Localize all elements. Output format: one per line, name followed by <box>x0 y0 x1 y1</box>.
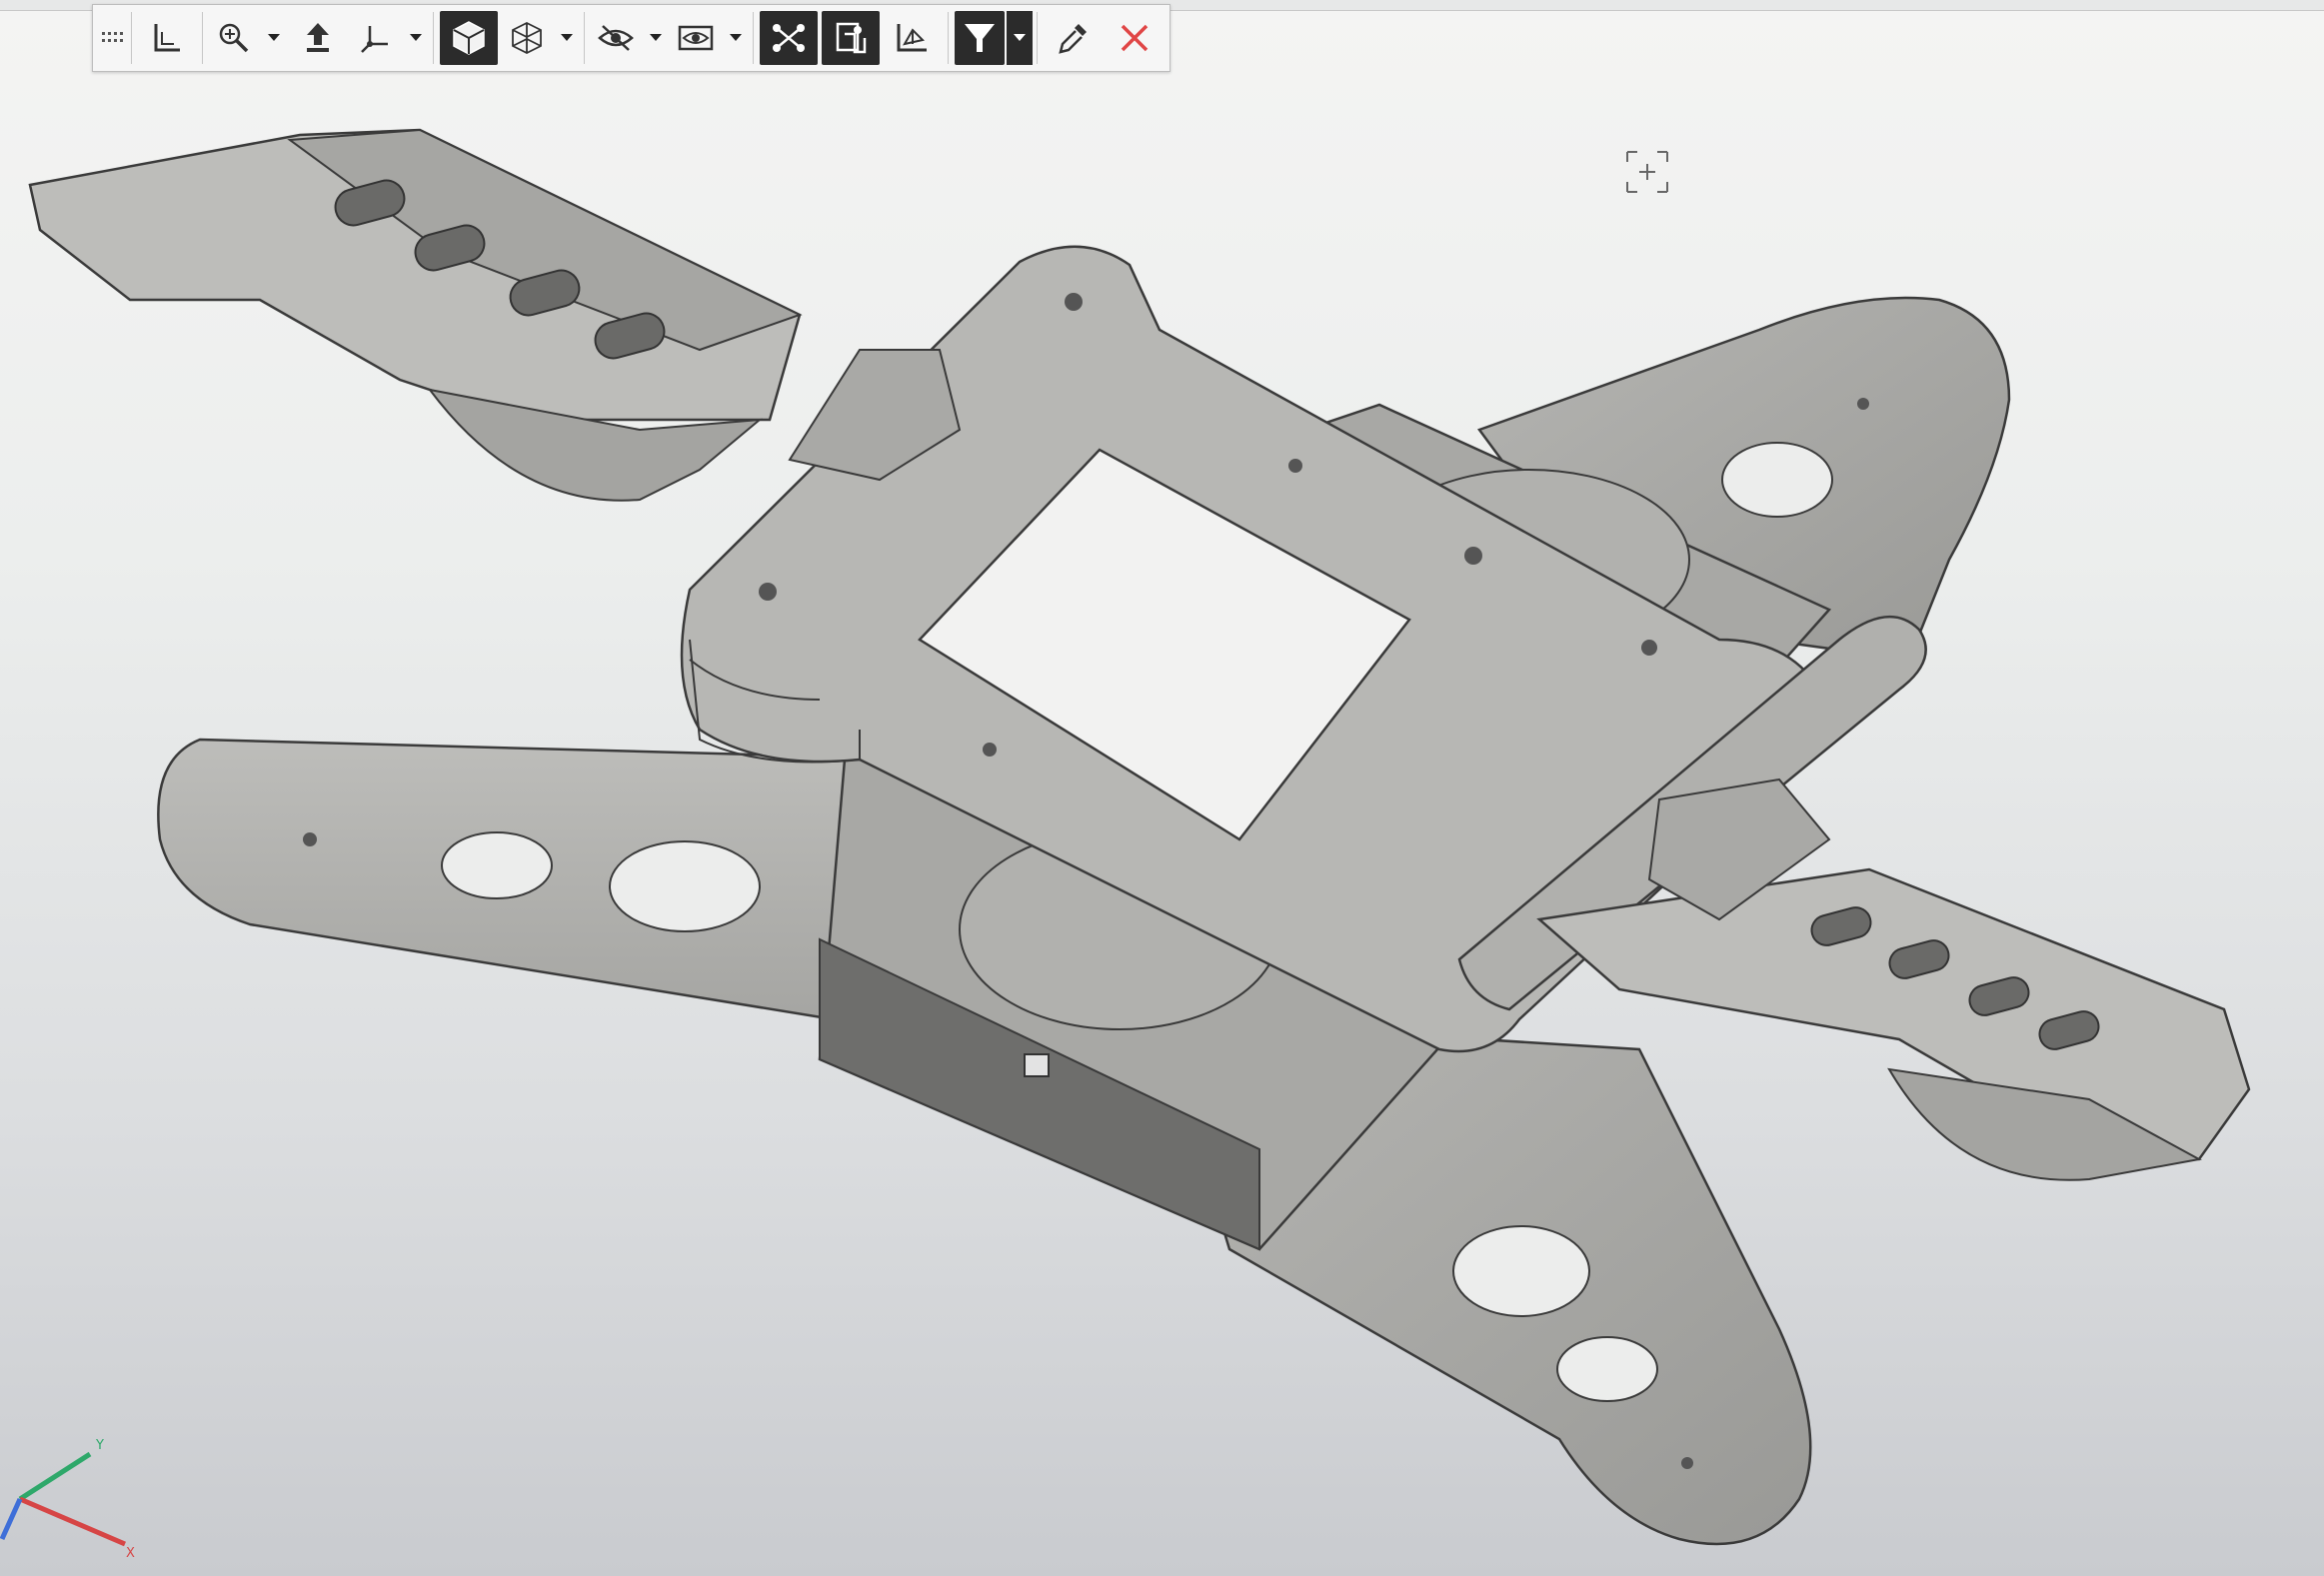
section-view-icon <box>893 18 933 58</box>
sketch-plane-icon <box>150 20 184 56</box>
mate-display-button[interactable] <box>760 11 818 65</box>
chevron-down-icon <box>649 33 663 43</box>
component-display-icon <box>831 18 871 58</box>
chevron-down-icon <box>409 33 423 43</box>
zoom-to-area-button[interactable] <box>209 11 259 65</box>
shaded-display-icon <box>449 18 489 58</box>
heads-up-view-toolbar <box>92 4 1170 72</box>
toolbar-separator <box>1037 12 1038 64</box>
sketch-plane-button[interactable] <box>138 11 196 65</box>
selection-filter-dropdown-arrow[interactable] <box>1007 11 1033 65</box>
close-icon <box>1117 20 1153 56</box>
svg-text:Y: Y <box>95 1438 104 1453</box>
toolbar-separator <box>584 12 585 64</box>
zoom-dropdown-arrow[interactable] <box>261 11 287 65</box>
wireframe-display-button[interactable] <box>502 11 552 65</box>
coordinate-triad-icon: Y X <box>0 1438 135 1561</box>
close-button[interactable] <box>1106 11 1163 65</box>
view-orientation-button[interactable] <box>351 11 401 65</box>
chevron-down-icon <box>1013 33 1027 43</box>
shaded-display-button[interactable] <box>440 11 498 65</box>
component-display-button[interactable] <box>822 11 880 65</box>
hide-show-dropdown-arrow[interactable] <box>643 11 669 65</box>
appearance-dropper-button[interactable] <box>1044 11 1102 65</box>
toolbar-separator <box>433 12 434 64</box>
hide-show-button[interactable] <box>591 11 641 65</box>
wireframe-display-icon <box>508 19 546 57</box>
mate-display-icon <box>769 18 809 58</box>
visibility-icon <box>676 20 716 56</box>
zoom-to-area-icon <box>216 20 252 56</box>
grip-icon[interactable] <box>97 12 127 64</box>
move-up-button[interactable] <box>289 11 347 65</box>
chevron-down-icon <box>560 33 574 43</box>
appearance-dropper-icon <box>1055 20 1091 56</box>
chevron-down-icon <box>729 33 743 43</box>
selection-filter-button[interactable] <box>955 11 1005 65</box>
svg-text:X: X <box>126 1546 135 1561</box>
graphics-viewport[interactable] <box>0 0 2324 1576</box>
view-orientation-dropdown-arrow[interactable] <box>403 11 429 65</box>
move-up-icon <box>300 20 336 56</box>
toolbar-separator <box>948 12 949 64</box>
section-view-button[interactable] <box>884 11 942 65</box>
zoom-box-cursor-icon <box>1626 151 1668 193</box>
toolbar-separator <box>131 12 132 64</box>
toolbar-separator <box>202 12 203 64</box>
visibility-dropdown-arrow[interactable] <box>723 11 749 65</box>
wireframe-dropdown-arrow[interactable] <box>554 11 580 65</box>
toolbar-separator <box>753 12 754 64</box>
chevron-down-icon <box>267 33 281 43</box>
selection-filter-icon <box>961 19 999 57</box>
view-orientation-icon <box>358 20 394 56</box>
motor-bracket-front-left[interactable] <box>28 128 962 502</box>
visibility-button[interactable] <box>671 11 721 65</box>
hide-show-icon <box>597 20 635 56</box>
